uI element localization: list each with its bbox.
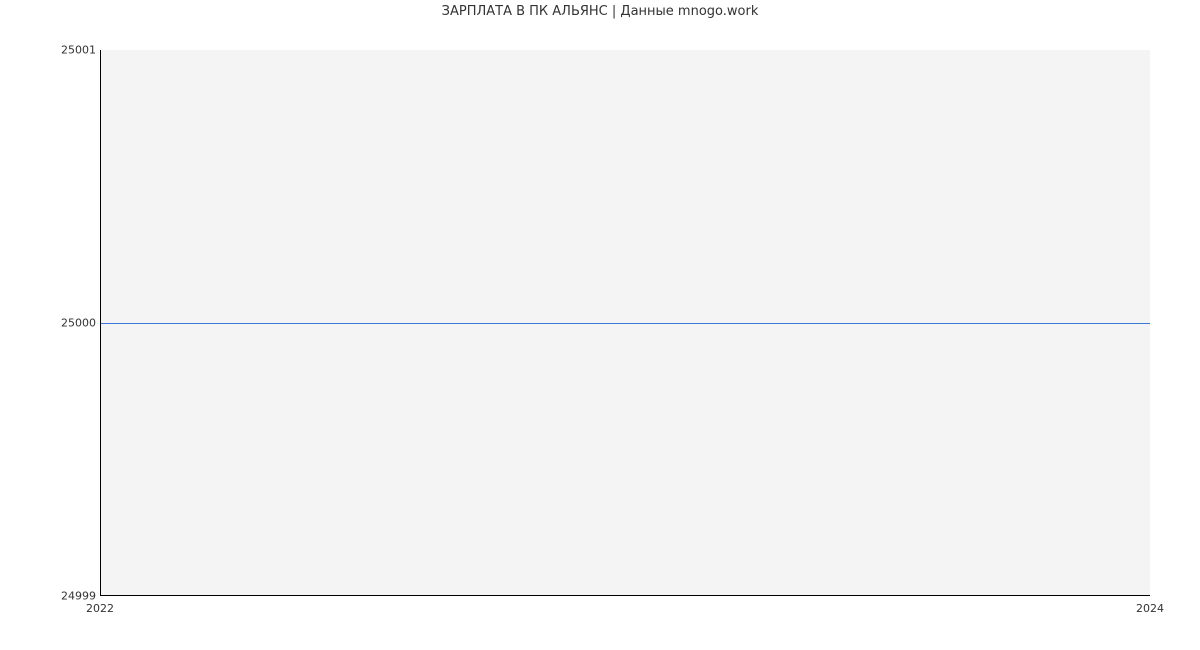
y-tick-bottom: 24999 [36,590,96,603]
y-tick-mid: 25000 [36,317,96,330]
salary-chart: ЗАРПЛАТА В ПК АЛЬЯНС | Данные mnogo.work… [0,0,1200,650]
x-tick-right: 2024 [1136,602,1164,615]
chart-title: ЗАРПЛАТА В ПК АЛЬЯНС | Данные mnogo.work [0,4,1200,19]
series-line [101,323,1150,324]
y-tick-top: 25001 [36,44,96,57]
x-tick-left: 2022 [86,602,114,615]
plot-area [100,50,1150,596]
